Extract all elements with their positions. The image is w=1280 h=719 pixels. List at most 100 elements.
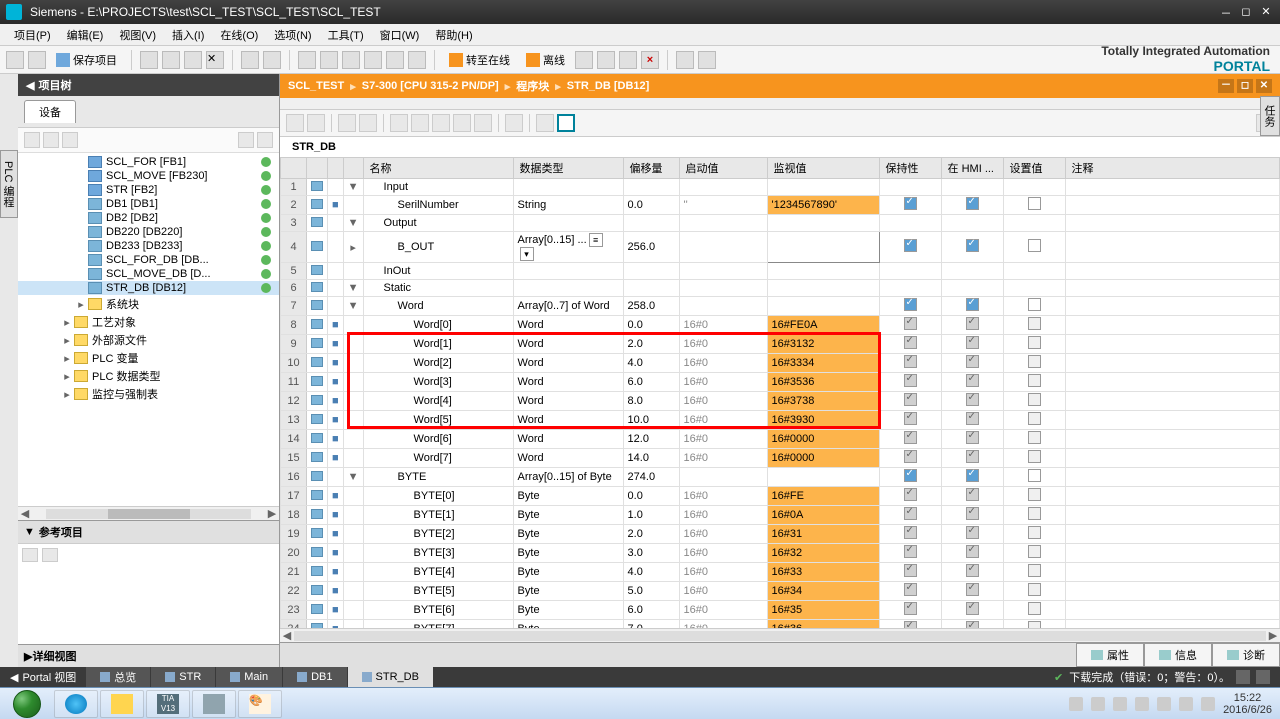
delete-button[interactable]: ✕	[206, 51, 224, 69]
maximize-button[interactable]: ◻	[1238, 5, 1254, 19]
checkbox-cell[interactable]	[879, 392, 941, 411]
system-tray[interactable]: 15:22 2016/6/26	[1061, 692, 1280, 716]
tray-network-icon[interactable]	[1179, 697, 1193, 711]
checkbox-cell[interactable]	[941, 582, 1003, 601]
split-button[interactable]	[676, 51, 694, 69]
tree-node[interactable]: SCL_MOVE [FB230]	[18, 169, 279, 183]
tray-volume-icon[interactable]	[1201, 697, 1215, 711]
copy-button[interactable]	[162, 51, 180, 69]
open-project-button[interactable]	[28, 51, 46, 69]
tree-node[interactable]: ▸PLC 变量	[18, 349, 279, 367]
checkbox-cell[interactable]	[1003, 506, 1065, 525]
tree-node[interactable]: SCL_MOVE_DB [D...	[18, 267, 279, 281]
tasks-side-tab[interactable]: 任务	[1260, 96, 1280, 136]
checkbox-cell[interactable]	[1003, 232, 1065, 263]
checkbox-cell[interactable]	[879, 196, 941, 215]
monitor-button[interactable]	[557, 114, 575, 132]
table-row[interactable]: 19■BYTE[2]Byte2.016#016#31	[281, 525, 1280, 544]
redo-button[interactable]	[263, 51, 281, 69]
table-row[interactable]: 3▼Output	[281, 215, 1280, 232]
table-row[interactable]: 13■Word[5]Word10.016#016#3930	[281, 411, 1280, 430]
checkbox-cell[interactable]	[1003, 196, 1065, 215]
upload-button[interactable]	[320, 51, 338, 69]
checkbox-cell[interactable]	[1003, 215, 1065, 232]
tree-node[interactable]: ▸外部源文件	[18, 331, 279, 349]
new-project-button[interactable]	[6, 51, 24, 69]
checkbox-cell[interactable]	[941, 297, 1003, 316]
tree-scrollbar[interactable]	[46, 509, 251, 519]
column-header[interactable]: 注释	[1065, 158, 1279, 179]
checkbox-cell[interactable]	[1003, 468, 1065, 487]
menu-item[interactable]: 工具(T)	[320, 27, 372, 43]
checkbox-cell[interactable]	[941, 525, 1003, 544]
table-row[interactable]: 4▸B_OUTArray[0..15] ...≡▾256.0	[281, 232, 1280, 263]
inspector-tab[interactable]: 诊断	[1212, 643, 1280, 667]
app-tab[interactable]: DB1	[283, 667, 346, 687]
table-row[interactable]: 21■BYTE[4]Byte4.016#016#33	[281, 563, 1280, 582]
tree-node[interactable]: SCL_FOR [FB1]	[18, 155, 279, 169]
taskbar-paint[interactable]: 🎨	[238, 690, 282, 718]
tree-node[interactable]: DB2 [DB2]	[18, 211, 279, 225]
table-row[interactable]: 9■Word[1]Word2.016#016#3132	[281, 335, 1280, 354]
checkbox-cell[interactable]	[941, 411, 1003, 430]
checkbox-cell[interactable]	[941, 215, 1003, 232]
table-row[interactable]: 6▼Static	[281, 280, 1280, 297]
column-header[interactable]: 启动值	[679, 158, 767, 179]
table-row[interactable]: 23■BYTE[6]Byte6.016#016#35	[281, 601, 1280, 620]
checkbox-cell[interactable]	[1003, 544, 1065, 563]
minimize-button[interactable]: －	[1218, 5, 1234, 19]
editor-tool-3[interactable]	[338, 114, 356, 132]
go-online-button[interactable]: 转至在线	[443, 52, 516, 68]
portal-view-button[interactable]: ◀Portal 视图	[0, 669, 86, 685]
table-row[interactable]: 7▼WordArray[0..7] of Word258.0	[281, 297, 1280, 316]
breadcrumb-part[interactable]: STR_DB [DB12]	[567, 80, 650, 92]
table-row[interactable]: 14■Word[6]Word12.016#016#0000	[281, 430, 1280, 449]
table-row[interactable]: 5InOut	[281, 263, 1280, 280]
checkbox-cell[interactable]	[879, 179, 941, 196]
project-tree[interactable]: SCL_FOR [FB1]SCL_MOVE [FB230]STR [FB2]DB…	[18, 153, 279, 506]
editor-tool-7[interactable]	[432, 114, 450, 132]
editor-tool-8[interactable]	[453, 114, 471, 132]
column-header[interactable]	[307, 158, 328, 179]
checkbox-cell[interactable]	[879, 411, 941, 430]
checkbox-cell[interactable]	[1003, 487, 1065, 506]
checkbox-cell[interactable]	[879, 582, 941, 601]
checkbox-cell[interactable]	[941, 392, 1003, 411]
column-header[interactable]	[343, 158, 363, 179]
tree-tool-1[interactable]	[24, 132, 40, 148]
checkbox-cell[interactable]	[941, 563, 1003, 582]
tree-tool-2[interactable]	[43, 132, 59, 148]
tree-view-2[interactable]	[257, 132, 273, 148]
column-header[interactable]	[281, 158, 307, 179]
checkbox-cell[interactable]	[879, 335, 941, 354]
checkbox-cell[interactable]	[1003, 373, 1065, 392]
tool-button-4[interactable]	[575, 51, 593, 69]
tool-button-6[interactable]	[619, 51, 637, 69]
editor-tool-11[interactable]	[536, 114, 554, 132]
menu-item[interactable]: 在线(O)	[212, 27, 266, 43]
table-row[interactable]: 16▼BYTEArray[0..15] of Byte274.0	[281, 468, 1280, 487]
breadcrumb-part[interactable]: S7-300 [CPU 315-2 PN/DP]	[362, 80, 499, 92]
start-button[interactable]	[6, 690, 48, 718]
checkbox-cell[interactable]	[879, 544, 941, 563]
checkbox-cell[interactable]	[1003, 601, 1065, 620]
app-tab[interactable]: STR	[151, 667, 215, 687]
table-row[interactable]: 1▼Input	[281, 179, 1280, 196]
tool-button[interactable]	[364, 51, 382, 69]
breadcrumb-part[interactable]: SCL_TEST	[288, 80, 344, 92]
column-header[interactable]: 数据类型	[513, 158, 623, 179]
tree-node[interactable]: ▸PLC 数据类型	[18, 367, 279, 385]
table-row[interactable]: 11■Word[3]Word6.016#016#3536	[281, 373, 1280, 392]
checkbox-cell[interactable]	[879, 232, 941, 263]
table-row[interactable]: 2■SerilNumberString0.0'''1234567890'	[281, 196, 1280, 215]
menu-item[interactable]: 帮助(H)	[427, 27, 480, 43]
column-header[interactable]: 偏移量	[623, 158, 679, 179]
checkbox-cell[interactable]	[941, 506, 1003, 525]
detail-view-header[interactable]: ▶详细视图	[18, 644, 279, 667]
stop-button[interactable]: ×	[641, 51, 659, 69]
checkbox-cell[interactable]	[941, 179, 1003, 196]
column-header[interactable]: 名称	[363, 158, 513, 179]
checkbox-cell[interactable]	[879, 215, 941, 232]
checkbox-cell[interactable]	[879, 449, 941, 468]
editor-window-btn[interactable]: ✕	[1256, 79, 1272, 93]
